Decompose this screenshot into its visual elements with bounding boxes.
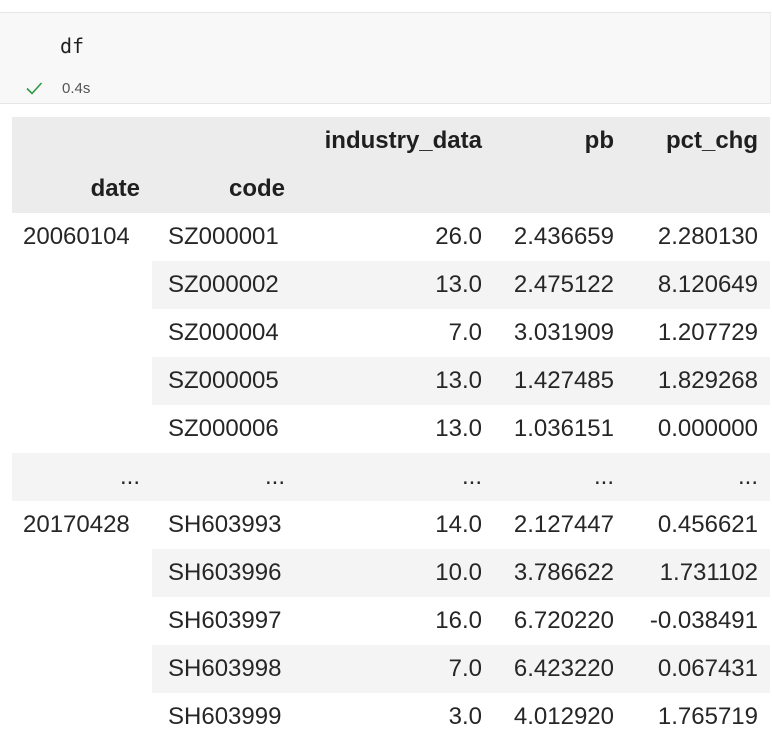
table-row: 20060104 SZ000001 26.0 2.436659 2.280130 (12, 213, 770, 261)
table-row: SH603998 7.0 6.423220 0.067431 (12, 645, 770, 693)
table-row: SZ000002 13.0 2.475122 8.120649 (12, 261, 770, 309)
blank-header (626, 165, 770, 213)
cell-industry-data: 7.0 (297, 645, 494, 693)
cell-pct-chg: 1.829268 (626, 357, 770, 405)
cell-pct-chg: 1.765719 (657, 703, 758, 730)
index-code: SH603998 (152, 645, 297, 693)
code-editor[interactable]: df (60, 34, 84, 58)
index-code: SZ000006 (168, 415, 279, 442)
index-name-code: code (152, 165, 297, 213)
index-date (12, 261, 152, 309)
blank-header (12, 117, 152, 165)
cell-status: 0.4s (24, 78, 90, 98)
table-row: SZ000006 13.0 1.036151 0.000000 (12, 405, 770, 453)
index-date: ... (12, 453, 152, 501)
index-date: 20060104 (23, 223, 130, 250)
cell-pb: 1.036151 (513, 415, 614, 442)
column-header-pct-chg: pct_chg (626, 117, 770, 165)
cell-industry-data: 7.0 (448, 319, 482, 346)
cell-pb: 2.475122 (494, 261, 626, 309)
cell-pct-chg: 0.067431 (626, 645, 770, 693)
cell-pct-chg: 2.280130 (657, 223, 758, 250)
cell-industry-data: 26.0 (435, 223, 482, 250)
table-row: SH603996 10.0 3.786622 1.731102 (12, 549, 770, 597)
index-code: ... (152, 453, 297, 501)
cell-pb: 2.127447 (513, 511, 614, 538)
ellipsis-row: ... ... ... ... ... (12, 453, 770, 501)
cell-pct-chg: 0.456621 (657, 511, 758, 538)
table-row: 20170428 SH603993 14.0 2.127447 0.456621 (12, 501, 770, 549)
cell-industry-data: 16.0 (435, 607, 482, 634)
index-code: SH603996 (152, 549, 297, 597)
index-date (12, 309, 152, 357)
table-row: SZ000005 13.0 1.427485 1.829268 (12, 357, 770, 405)
cell-pct-chg: 1.731102 (626, 549, 770, 597)
index-code: SZ000004 (168, 319, 279, 346)
index-header-row: date code (12, 165, 770, 213)
index-code: SH603999 (168, 703, 282, 730)
cell-industry-data: 10.0 (297, 549, 494, 597)
cell-pct-chg: 1.207729 (657, 319, 758, 346)
code-cell[interactable]: df 0.4s (0, 12, 771, 104)
check-icon (26, 82, 43, 95)
index-code: SZ000001 (168, 223, 279, 250)
index-code: SZ000005 (152, 357, 297, 405)
index-code: SH603993 (168, 511, 282, 538)
index-date (12, 645, 152, 693)
cell-industry-data: 13.0 (435, 415, 482, 442)
table-row: SH603999 3.0 4.012920 1.765719 (12, 693, 770, 741)
index-code: SZ000002 (152, 261, 297, 309)
index-code: SH603997 (168, 607, 282, 634)
cell-industry-data: 13.0 (297, 261, 494, 309)
cell-pb: 4.012920 (513, 703, 614, 730)
cell-industry-data: 14.0 (435, 511, 482, 538)
table-row: SZ000004 7.0 3.031909 1.207729 (12, 309, 770, 357)
column-header-industry-data: industry_data (297, 117, 494, 165)
index-name-date: date (12, 165, 152, 213)
cell-pb: 3.031909 (513, 319, 614, 346)
column-header-pb: pb (494, 117, 626, 165)
cell-pct-chg: 0.000000 (657, 415, 758, 442)
cell-industry-data: 3.0 (448, 703, 482, 730)
cell-pb: 6.720220 (513, 607, 614, 634)
index-date (12, 357, 152, 405)
blank-header (297, 165, 494, 213)
index-date: 20170428 (23, 511, 130, 538)
index-date (12, 597, 152, 645)
column-header-row: industry_data pb pct_chg (12, 117, 770, 165)
cell-pct-chg: ... (626, 453, 770, 501)
blank-header (494, 165, 626, 213)
cell-pb: 2.436659 (513, 223, 614, 250)
cell-industry-data: 13.0 (297, 357, 494, 405)
index-date (12, 549, 152, 597)
cell-pb: ... (494, 453, 626, 501)
cell-pb: 6.423220 (494, 645, 626, 693)
cell-pb: 3.786622 (494, 549, 626, 597)
blank-header (152, 117, 297, 165)
cell-pct-chg: 8.120649 (626, 261, 770, 309)
table-row: SH603997 16.0 6.720220 -0.038491 (12, 597, 770, 645)
index-date (12, 405, 152, 453)
cell-pct-chg: -0.038491 (649, 607, 758, 634)
cell-industry-data: ... (297, 453, 494, 501)
index-date (12, 693, 152, 741)
cell-pb: 1.427485 (494, 357, 626, 405)
execution-time: 0.4s (62, 79, 91, 97)
dataframe-output: industry_data pb pct_chg date code 20060… (12, 117, 770, 741)
